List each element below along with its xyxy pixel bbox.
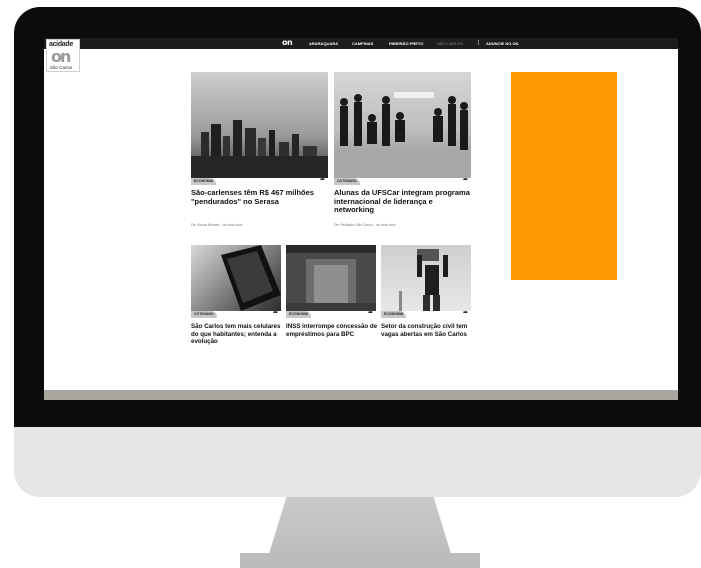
monitor-chin bbox=[14, 427, 701, 497]
monitor-stand-base bbox=[240, 553, 480, 568]
article-tag[interactable]: ECONOMIA bbox=[191, 178, 217, 185]
screen: on ARARAQUARA CAMPINAS RIBEIRÃO PRETO SÃ… bbox=[44, 38, 678, 400]
skyline-graphic bbox=[191, 120, 328, 178]
group-photo-graphic bbox=[334, 92, 471, 178]
article-tag[interactable]: COTIDIANO bbox=[334, 178, 360, 185]
construction-graphic bbox=[399, 249, 448, 311]
article-image-construction[interactable] bbox=[381, 245, 471, 311]
monitor-stand-neck bbox=[268, 497, 452, 557]
share-arrow-icon[interactable]: ➦ bbox=[368, 310, 373, 316]
article-image-skyline[interactable] bbox=[191, 72, 328, 178]
article-meta: De: Bruna Moraes - há uma hora bbox=[191, 223, 243, 227]
page-footer-strip bbox=[44, 390, 678, 400]
inss-building-graphic bbox=[286, 245, 376, 311]
share-arrow-icon[interactable]: ➦ bbox=[463, 310, 468, 316]
article-title[interactable]: INSS interrompe concessão de empréstimos… bbox=[286, 323, 378, 338]
article-tag[interactable]: ECONOMIA bbox=[381, 311, 407, 318]
share-arrow-icon[interactable]: ➦ bbox=[320, 177, 325, 183]
brand-logo[interactable]: acidade on São Carlos bbox=[46, 39, 80, 72]
advertisement-banner[interactable] bbox=[511, 72, 617, 280]
article-meta: De: Redação São Carlos - há uma hora bbox=[334, 223, 396, 227]
article-title[interactable]: São Carlos tem mais celulares do que hab… bbox=[191, 323, 281, 346]
article-tag[interactable]: COTIDIANO bbox=[191, 311, 217, 318]
nav-item-campinas[interactable]: CAMPINAS bbox=[352, 40, 373, 47]
nav-separator: | bbox=[478, 40, 480, 46]
article-tag[interactable]: ECONOMIA bbox=[286, 311, 312, 318]
nav-item-ribeirao-preto[interactable]: RIBEIRÃO PRETO bbox=[389, 40, 423, 47]
brand-logo-city: São Carlos bbox=[50, 65, 73, 70]
article-image-group[interactable] bbox=[334, 72, 471, 178]
nav-item-sao-carlos[interactable]: SÃO CARLOS bbox=[437, 40, 463, 47]
article-title[interactable]: Setor da construção civil tem vagas aber… bbox=[381, 323, 473, 338]
nav-item-anuncie[interactable]: ANUNCIE NO ON bbox=[486, 40, 518, 47]
article-title[interactable]: São-carlenses têm R$ 467 milhões "pendur… bbox=[191, 188, 328, 206]
nav-logo[interactable]: on bbox=[282, 39, 296, 47]
brand-logo-on: on bbox=[51, 47, 71, 66]
article-title[interactable]: Alunas da UFSCar integram programa inter… bbox=[334, 188, 471, 215]
article-image-inss[interactable] bbox=[286, 245, 376, 311]
phone-graphic bbox=[221, 245, 281, 311]
nav-item-araraquara[interactable]: ARARAQUARA bbox=[309, 40, 338, 47]
share-arrow-icon[interactable]: ➦ bbox=[273, 310, 278, 316]
article-image-phone[interactable] bbox=[191, 245, 281, 311]
share-arrow-icon[interactable]: ➦ bbox=[463, 177, 468, 183]
